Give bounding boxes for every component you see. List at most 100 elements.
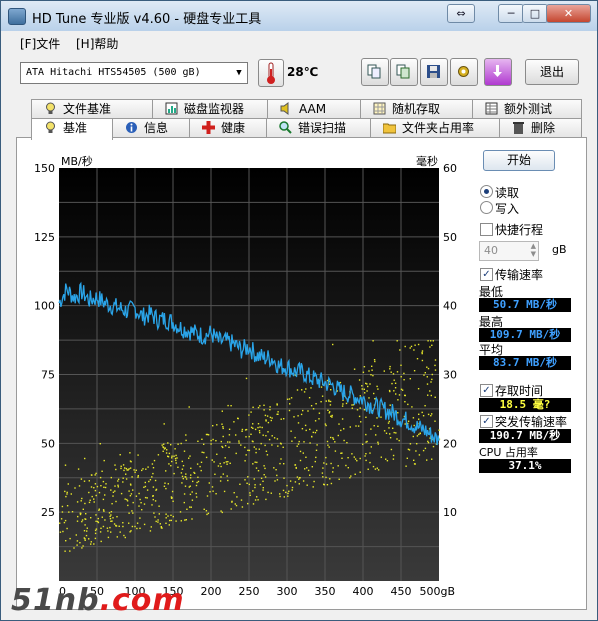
access-point	[113, 523, 116, 525]
access-point	[99, 531, 102, 533]
y-tick-label: 125	[34, 231, 55, 244]
lightbulb-icon	[46, 121, 55, 133]
access-point	[195, 492, 197, 495]
access-point	[320, 386, 323, 388]
x-tick-label: 300	[277, 585, 298, 598]
access-point	[143, 523, 146, 526]
transfer-rate-label: 传输速率	[495, 268, 544, 282]
access-point	[122, 481, 124, 483]
access-point	[98, 508, 100, 510]
access-point	[88, 501, 91, 504]
access-point	[252, 406, 254, 408]
access-point	[236, 496, 238, 498]
access-point	[138, 492, 140, 495]
y-tick-label: 100	[34, 300, 55, 313]
access-point	[98, 491, 101, 494]
x-tick-label: 350	[315, 585, 336, 598]
access-point	[365, 433, 367, 436]
access-point	[120, 465, 122, 467]
access-point	[416, 358, 419, 360]
access-point	[109, 515, 111, 518]
access-point	[96, 485, 99, 488]
access-point	[371, 369, 373, 371]
access-point	[262, 434, 264, 436]
tab-benchmark[interactable]: 基准	[31, 118, 113, 140]
access-point	[432, 340, 434, 342]
access-point	[349, 477, 351, 479]
access-point	[206, 513, 208, 516]
access-point	[94, 489, 97, 492]
access-point	[377, 425, 379, 427]
access-point	[139, 517, 141, 519]
access-point	[393, 431, 395, 434]
short-stroke-unit: gB	[552, 243, 567, 256]
access-point	[290, 397, 293, 399]
y-tick-label: 50	[41, 437, 55, 450]
access-point	[387, 422, 390, 424]
access-point	[256, 461, 258, 464]
access-point	[191, 518, 193, 520]
access-point	[212, 490, 214, 492]
access-point	[244, 446, 246, 449]
short-stroke-checkbox[interactable]	[480, 223, 493, 236]
access-point	[248, 449, 251, 452]
access-point	[377, 441, 379, 443]
access-point	[63, 521, 66, 524]
access-point	[151, 476, 153, 478]
access-point	[359, 471, 361, 473]
access-point	[403, 372, 405, 375]
access-point	[299, 450, 302, 453]
access-point	[76, 544, 78, 546]
access-point	[144, 496, 147, 499]
access-point	[424, 372, 426, 374]
access-point	[363, 409, 366, 411]
access-point	[421, 359, 424, 362]
short-stroke-input[interactable]: 40 ▲ ▼	[479, 241, 539, 261]
access-point	[273, 467, 275, 469]
y2-tick-label: 10	[443, 506, 457, 519]
access-point	[297, 443, 300, 445]
access-point	[349, 426, 351, 428]
access-point	[95, 528, 98, 530]
transfer-rate-checkbox[interactable]: ✓	[480, 268, 493, 281]
access-point	[254, 484, 256, 486]
access-point	[175, 459, 177, 462]
access-time-checkbox[interactable]: ✓	[480, 384, 493, 397]
access-point	[392, 454, 395, 457]
access-point	[434, 420, 436, 422]
access-point	[235, 434, 237, 436]
access-point	[223, 490, 226, 493]
access-point	[152, 498, 154, 501]
access-point	[103, 459, 105, 462]
access-point	[296, 445, 298, 447]
access-point	[205, 456, 208, 459]
access-point	[231, 500, 233, 503]
access-point	[116, 536, 118, 538]
access-point	[263, 409, 265, 411]
access-point	[316, 444, 318, 446]
access-point	[265, 450, 268, 452]
burst-rate-checkbox[interactable]: ✓	[480, 415, 493, 428]
write-radio[interactable]	[480, 201, 493, 214]
access-point	[290, 430, 292, 432]
access-point	[172, 500, 174, 502]
access-point	[67, 483, 69, 485]
access-point	[245, 454, 247, 456]
access-point	[416, 435, 419, 437]
access-point	[186, 508, 188, 510]
min-value: 50.7 MB/秒	[479, 298, 571, 312]
access-point	[359, 457, 361, 460]
left-axis-unit: MB/秒	[61, 154, 93, 168]
access-point	[85, 513, 87, 515]
access-point	[74, 487, 76, 489]
access-point	[167, 442, 169, 444]
access-point	[227, 441, 229, 443]
access-point	[180, 442, 182, 445]
access-point	[376, 417, 378, 419]
start-button[interactable]: 开始	[483, 150, 555, 171]
access-point	[212, 438, 214, 441]
read-radio[interactable]	[480, 185, 493, 198]
access-point	[248, 414, 250, 416]
access-point	[137, 454, 139, 456]
access-point	[327, 444, 329, 446]
